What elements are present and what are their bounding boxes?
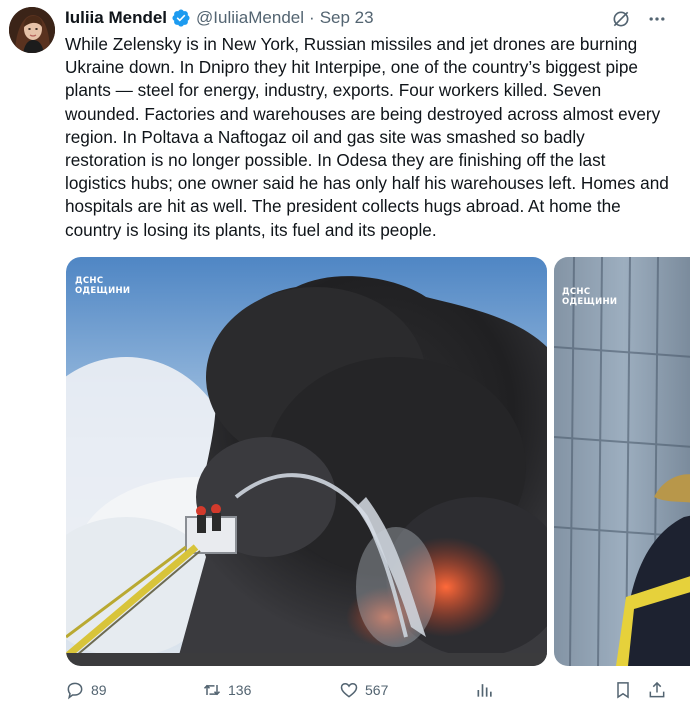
photo-firefighters-smoke-image [66, 257, 547, 666]
more-icon[interactable] [646, 8, 668, 30]
repost-icon [203, 684, 221, 696]
repost-count: 136 [228, 682, 252, 698]
heart-icon [340, 682, 358, 698]
tweet-header: Iuliia Mendel @IuliiaMendel · Sep 23 [65, 7, 374, 29]
tweet-date[interactable]: Sep 23 [320, 8, 374, 28]
photo-firefighters-smoke[interactable]: ДСНС ОДЕЩИНИ [66, 257, 547, 666]
reply-icon [67, 682, 83, 700]
separator-dot: · [309, 8, 315, 27]
tweet: Iuliia Mendel @IuliiaMendel · Sep 23 Whi… [0, 0, 690, 713]
photo-1-watermark: ДСНС ОДЕЩИНИ [75, 276, 131, 296]
photo-firefighter-wall-image [554, 257, 690, 666]
views-button[interactable] [475, 680, 495, 700]
views-icon [477, 684, 492, 697]
bookmark-icon [617, 682, 629, 699]
avatar[interactable] [9, 7, 55, 53]
author-name[interactable]: Iuliia Mendel [65, 8, 167, 28]
tweet-media: ДСНС ОДЕЩИНИ ДСНС ОДЕЩИНИ [66, 257, 690, 666]
reply-button[interactable]: 89 [65, 680, 107, 700]
reply-count: 89 [91, 682, 107, 698]
tweet-actions: 89 136 567 [65, 680, 675, 704]
verified-badge-icon[interactable] [171, 8, 191, 28]
photo-firefighter-wall[interactable]: ДСНС ОДЕЩИНИ [554, 257, 690, 666]
grok-icon[interactable] [610, 8, 632, 30]
share-icon [649, 681, 665, 698]
tweet-top-actions [610, 8, 668, 30]
photo-2-watermark: ДСНС ОДЕЩИНИ [562, 287, 618, 307]
avatar-image [9, 7, 55, 53]
repost-button[interactable]: 136 [202, 680, 251, 700]
tweet-text: While Zelensky is in New York, Russian m… [65, 34, 669, 240]
like-button[interactable]: 567 [339, 680, 388, 700]
like-count: 567 [365, 682, 389, 698]
author-handle[interactable]: @IuliiaMendel [196, 8, 304, 28]
share-button[interactable] [647, 680, 667, 700]
bookmark-button[interactable] [613, 680, 633, 700]
